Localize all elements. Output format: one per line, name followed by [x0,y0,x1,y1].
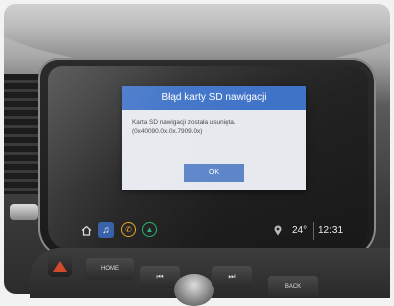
temperature-readout: 24° [292,225,308,236]
hazard-button[interactable] [48,255,72,277]
music-icon[interactable]: ♫ [98,222,114,238]
dialog-title: Błąd karty SD nawigacji [122,86,306,110]
back-hardware-button[interactable]: BACK [268,276,318,298]
home-hardware-button[interactable]: HOME [86,258,134,280]
dialog-message-line1: Karta SD nawigacji została usunięta. [132,119,236,126]
volume-knob[interactable] [174,274,214,306]
next-track-button[interactable]: ⏭ [212,266,252,288]
navigation-icon[interactable]: ▲ [142,222,157,237]
ok-button[interactable]: OK [184,164,244,182]
vent-knob[interactable] [10,204,38,220]
dialog-message: Karta SD nawigacji została usunięta. (0x… [122,110,306,136]
location-pin-icon [270,222,286,238]
error-dialog: Błąd karty SD nawigacji Karta SD nawigac… [122,86,306,190]
hazard-icon [53,260,67,272]
bottom-bar: ♫ ✆ ▲ 24° 12:31 [48,216,368,250]
clock: 12:31 [318,225,344,236]
home-icon[interactable] [78,222,94,238]
infotainment-screen: Błąd karty SD nawigacji Karta SD nawigac… [48,66,368,250]
phone-icon[interactable]: ✆ [121,222,136,237]
dialog-message-line2: (0x40090.0x.0x.7909.0x) [132,128,203,135]
status-separator [313,222,314,240]
